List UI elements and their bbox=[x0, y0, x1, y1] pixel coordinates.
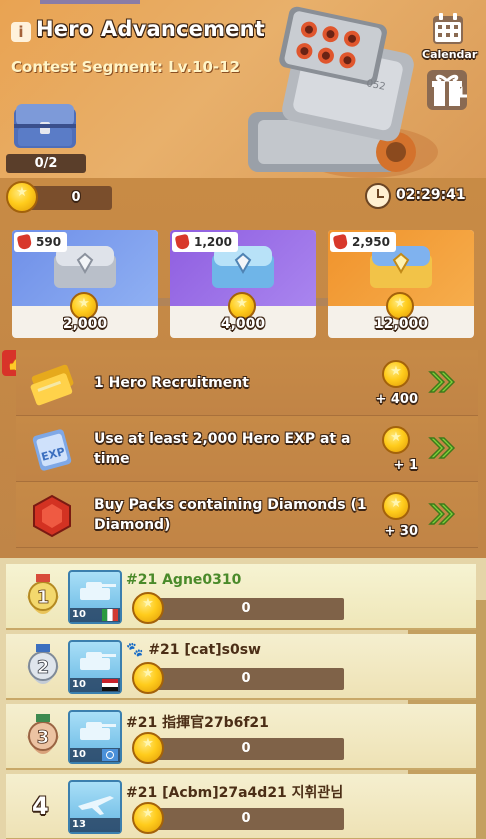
gold-coin-icon bbox=[382, 426, 410, 454]
task-row-3: Buy Packs containing Diamonds (1 Diamond… bbox=[16, 482, 478, 548]
gold-ticket-icon bbox=[30, 364, 74, 406]
exp-card-icon: EXP bbox=[32, 429, 72, 471]
task-description: 1 Hero Recruitment bbox=[94, 375, 249, 391]
silver-medal-icon: 2 bbox=[26, 644, 60, 684]
player-score: 0 bbox=[148, 738, 344, 760]
hero-level: 13 bbox=[70, 818, 120, 832]
player-name: #21 指揮官27b6f21 bbox=[126, 715, 269, 731]
tank-icon bbox=[80, 722, 116, 740]
chest-progress-count: 0/2 bbox=[6, 154, 86, 173]
chest-card-2[interactable]: 1,200 4,000 bbox=[170, 230, 316, 338]
gold-coin-icon bbox=[382, 492, 410, 520]
task-row-2: EXP Use at least 2,000 Hero EXP at a tim… bbox=[16, 416, 478, 482]
robot-illustration: 052 bbox=[248, 6, 438, 178]
leaderboard-row-1[interactable]: 1 10 #21 Agne0310 0 bbox=[6, 564, 476, 630]
gold-coin-icon bbox=[6, 181, 38, 213]
player-name-text: #21 [cat]s0sw bbox=[148, 642, 261, 658]
un-flag-icon bbox=[102, 749, 118, 761]
go-arrow-icon[interactable] bbox=[428, 370, 456, 394]
rank-number: 4 bbox=[32, 792, 49, 820]
gold-coin-icon bbox=[132, 662, 164, 694]
gift-icon[interactable] bbox=[425, 68, 469, 112]
chest-cost: 1,200 bbox=[172, 232, 238, 252]
task-row-1: 1 Hero Recruitment + 400 bbox=[16, 350, 478, 416]
rank-number: 3 bbox=[37, 727, 50, 748]
gold-coin-icon bbox=[132, 802, 164, 834]
task-reward: + 400 bbox=[375, 392, 418, 407]
chest-card-3[interactable]: 2,950 12,000 bbox=[328, 230, 474, 338]
pet-badge-icon: 🐾 bbox=[126, 642, 144, 658]
avatar: 10 bbox=[68, 640, 122, 694]
plane-icon bbox=[78, 796, 114, 815]
avatar: 10 bbox=[68, 710, 122, 764]
task-reward: + 1 bbox=[393, 458, 418, 473]
player-score: 0 bbox=[148, 668, 344, 690]
leaderboard-row-4[interactable]: 4 13 #21 [Acbm]27a4d21 지휘관님 0 bbox=[6, 774, 476, 839]
task-panel: 0 02:29:41 590 2,000 1,200 4,000 bbox=[0, 178, 486, 558]
ruby-icon bbox=[33, 494, 71, 538]
player-name: #21 [Acbm]27a4d21 지휘관님 bbox=[126, 785, 344, 801]
rank-number: 2 bbox=[37, 657, 50, 678]
chest-cost: 2,950 bbox=[330, 232, 396, 252]
gold-coin-icon bbox=[132, 592, 164, 624]
italy-flag-icon bbox=[102, 609, 118, 621]
contest-segment-label: Contest Segment: Lv.10-12 bbox=[11, 58, 241, 76]
task-reward: + 30 bbox=[384, 524, 418, 539]
leaderboard: 1 10 #21 Agne0310 0 2 bbox=[0, 558, 486, 839]
gold-coin-icon bbox=[132, 732, 164, 764]
gold-coin-icon bbox=[382, 360, 410, 388]
bronze-medal-icon: 3 bbox=[26, 714, 60, 754]
go-arrow-icon[interactable] bbox=[428, 502, 456, 526]
player-name: #21 Agne0310 bbox=[126, 572, 242, 588]
leaderboard-row-3[interactable]: 3 10 #21 指揮官27b6f21 0 bbox=[6, 704, 476, 770]
avatar: 13 bbox=[68, 780, 122, 834]
player-name: 🐾 #21 [cat]s0sw bbox=[126, 642, 261, 658]
task-description: Use at least 2,000 Hero EXP at a time bbox=[94, 431, 351, 467]
points-counter: 0 bbox=[26, 186, 112, 210]
player-score: 0 bbox=[148, 598, 344, 620]
info-icon[interactable]: i bbox=[11, 22, 31, 42]
tank-icon bbox=[80, 582, 116, 600]
task-description: Buy Packs containing Diamonds (1 Diamond… bbox=[94, 497, 367, 533]
header-banner: i Hero Advancement Contest Segment: Lv.1… bbox=[0, 0, 486, 178]
chest-threshold: 2,000 bbox=[62, 316, 108, 332]
calendar-label: Calendar bbox=[422, 48, 478, 61]
clock-icon bbox=[365, 183, 391, 209]
chest-threshold: 12,000 bbox=[373, 316, 429, 332]
gold-medal-icon: 1 bbox=[26, 574, 60, 614]
chest-reward-icon[interactable] bbox=[12, 100, 78, 150]
leaderboard-row-2[interactable]: 2 10 🐾 #21 [cat]s0sw 0 bbox=[6, 634, 476, 700]
rank-number: 1 bbox=[37, 587, 50, 608]
countdown-timer: 02:29:41 bbox=[396, 187, 466, 203]
egypt-flag-icon bbox=[102, 679, 118, 691]
chest-threshold: 4,000 bbox=[220, 316, 266, 332]
avatar: 10 bbox=[68, 570, 122, 624]
player-score: 0 bbox=[148, 808, 344, 830]
go-arrow-icon[interactable] bbox=[428, 436, 456, 460]
calendar-button[interactable]: Calendar bbox=[422, 10, 478, 66]
chest-cost: 590 bbox=[14, 232, 68, 252]
tank-icon bbox=[80, 652, 116, 670]
calendar-icon bbox=[433, 13, 463, 44]
chest-card-1[interactable]: 590 2,000 bbox=[12, 230, 158, 338]
